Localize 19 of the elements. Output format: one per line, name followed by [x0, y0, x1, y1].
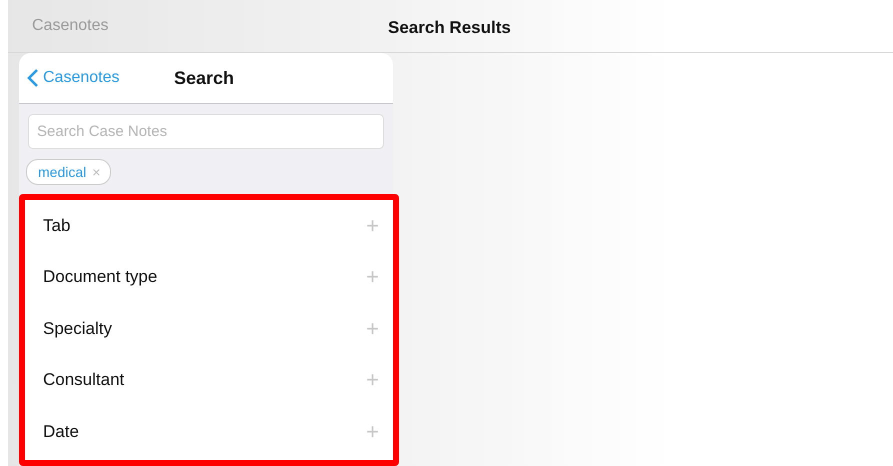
page-title: Search Results [388, 18, 511, 38]
add-icon[interactable]: + [366, 418, 379, 445]
back-link[interactable]: Casenotes [32, 17, 108, 35]
add-icon[interactable]: + [366, 367, 379, 394]
remove-icon[interactable]: × [92, 164, 100, 180]
back-button[interactable]: Casenotes [27, 68, 120, 88]
filter-label[interactable]: Date [43, 422, 79, 442]
add-icon[interactable]: + [366, 212, 379, 239]
popover-title: Search [174, 68, 234, 88]
search-field[interactable]: Search Case Notes [28, 114, 384, 149]
filter-tag[interactable]: medical × [26, 159, 112, 185]
filter-label[interactable]: Document type [43, 267, 158, 288]
back-chevron-icon [27, 68, 39, 88]
add-icon[interactable]: + [366, 316, 379, 342]
filter-label[interactable]: Specialty [43, 318, 112, 339]
filter-label[interactable]: Tab [43, 216, 70, 236]
back-label[interactable]: Casenotes [43, 69, 120, 87]
filter-label[interactable]: Consultant [43, 370, 124, 390]
add-icon[interactable]: + [366, 264, 379, 290]
